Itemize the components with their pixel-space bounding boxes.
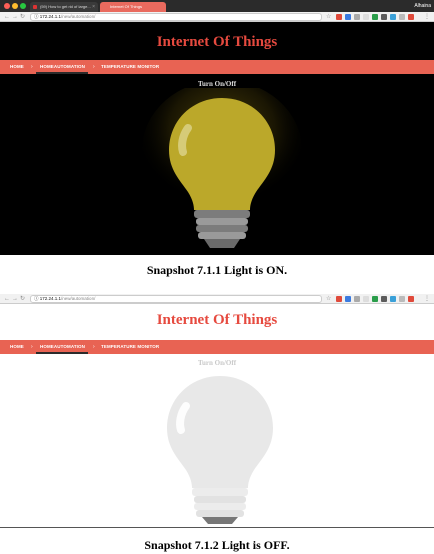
forward-icon[interactable]: →: [12, 13, 18, 21]
extension-icon[interactable]: [408, 14, 414, 20]
screenshot-light-off: ← → ↻ ⓘ 172.24.1.1/new/automation/ ☆ ⋮ I…: [0, 292, 434, 528]
screenshot-light-on: (59) How to get rid of large... × Intern…: [0, 0, 434, 255]
bulb-base-ring: [194, 503, 246, 510]
url-path: /new/automation/: [61, 296, 96, 301]
close-tab-icon[interactable]: ×: [92, 2, 95, 12]
menu-icon[interactable]: ⋮: [424, 13, 430, 21]
menu-icon[interactable]: ⋮: [424, 295, 430, 303]
extension-icon[interactable]: [408, 296, 414, 302]
bulb-base-ring: [196, 225, 248, 232]
nav-temperature-monitor[interactable]: TEMPERATURE MONITOR: [101, 60, 159, 74]
extension-icon[interactable]: [336, 14, 342, 20]
extension-icon[interactable]: [363, 14, 369, 20]
extension-icon[interactable]: [399, 296, 405, 302]
main-nav: HOME › HOMEAUTOMATION › TEMPERATURE MONI…: [0, 340, 434, 354]
reload-icon[interactable]: ↻: [20, 13, 25, 21]
bulb-base-ring: [192, 488, 248, 496]
reload-icon[interactable]: ↻: [20, 295, 25, 303]
back-icon[interactable]: ←: [4, 13, 10, 21]
nav-separator: ›: [93, 64, 95, 70]
screenshot-bottom-border: [0, 527, 434, 528]
caption-light-off: Snapshot 7.1.2 Light is OFF.: [144, 538, 290, 552]
extension-icon[interactable]: [354, 296, 360, 302]
back-icon[interactable]: ←: [4, 295, 10, 303]
extension-icon[interactable]: [372, 296, 378, 302]
toggle-label: Turn On/Off: [197, 359, 237, 367]
light-bulb-on[interactable]: [142, 88, 302, 255]
page-title: Internet Of Things: [156, 34, 278, 50]
bulb-tip: [204, 239, 240, 248]
url-input[interactable]: ⓘ 172.24.1.1/new/automation/: [30, 295, 322, 303]
main-nav: HOME › HOMEAUTOMATION › TEMPERATURE MONI…: [0, 60, 434, 74]
nav-separator: ›: [31, 344, 33, 350]
toggle-label: Turn On/Off: [197, 80, 237, 88]
bulb-base-ring: [196, 510, 244, 517]
browser-tab-bar: (59) How to get rid of large... × Intern…: [0, 0, 434, 12]
profile-name[interactable]: Alhaina: [414, 2, 431, 11]
extension-icon[interactable]: [345, 296, 351, 302]
extension-icon[interactable]: [372, 14, 378, 20]
maximize-window-icon[interactable]: [20, 3, 26, 9]
extension-icon[interactable]: [381, 296, 387, 302]
browser-tab-title: Internet Of Things: [110, 4, 142, 9]
browser-tab[interactable]: (59) How to get rid of large... ×: [30, 2, 98, 12]
bulb-base-ring: [194, 496, 246, 503]
bookmark-star-icon[interactable]: ☆: [326, 295, 331, 303]
page-title: Internet Of Things: [156, 312, 278, 328]
close-window-icon[interactable]: [4, 3, 10, 9]
nav-active-indicator: [36, 352, 88, 354]
youtube-favicon-icon: [33, 5, 37, 9]
light-bulb-off[interactable]: [140, 368, 300, 528]
bulb-base-ring: [198, 232, 246, 239]
extension-icon[interactable]: [399, 14, 405, 20]
nav-temperature-monitor[interactable]: TEMPERATURE MONITOR: [101, 340, 159, 354]
extension-icon[interactable]: [363, 296, 369, 302]
browser-tab-title: (59) How to get rid of large...: [40, 4, 91, 9]
extension-icon[interactable]: [381, 14, 387, 20]
minimize-window-icon[interactable]: [12, 3, 18, 9]
bulb-base-ring: [196, 218, 248, 225]
extension-icon[interactable]: [354, 14, 360, 20]
extension-icon[interactable]: [390, 296, 396, 302]
url-input[interactable]: ⓘ 172.24.1.1/new/automation/: [30, 13, 322, 21]
url-host: 172.24.1.1: [39, 14, 62, 19]
browser-tab-active[interactable]: Internet Of Things: [100, 2, 166, 12]
nav-home[interactable]: HOME: [10, 60, 24, 74]
url-path: /new/automation/: [61, 14, 96, 19]
extension-icon[interactable]: [390, 14, 396, 20]
caption-light-on: Snapshot 7.1.1 Light is ON.: [146, 263, 288, 277]
nav-active-indicator: [36, 72, 88, 74]
extension-icon[interactable]: [345, 14, 351, 20]
bookmark-star-icon[interactable]: ☆: [326, 13, 331, 21]
address-bar: ← → ↻ ⓘ 172.24.1.1/new/automation/ ☆ ⋮: [0, 12, 434, 22]
bulb-base-ring: [194, 210, 250, 218]
extension-icon[interactable]: [336, 296, 342, 302]
url-host: 172.24.1.1: [39, 296, 62, 301]
bulb-tip: [202, 517, 238, 524]
address-bar: ← → ↻ ⓘ 172.24.1.1/new/automation/ ☆ ⋮: [0, 294, 434, 304]
nav-separator: ›: [31, 64, 33, 70]
forward-icon[interactable]: →: [12, 295, 18, 303]
nav-separator: ›: [93, 344, 95, 350]
nav-home[interactable]: HOME: [10, 340, 24, 354]
